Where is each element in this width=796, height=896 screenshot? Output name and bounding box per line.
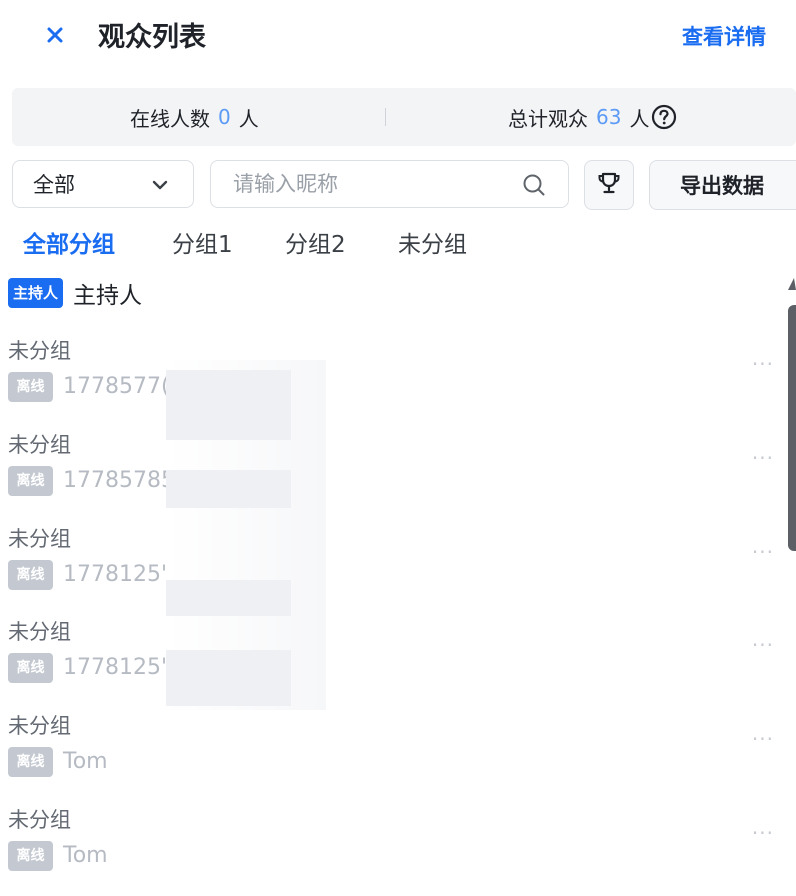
viewer-name: 1778125': [63, 562, 168, 587]
tab-ungrouped[interactable]: 未分组: [398, 226, 467, 264]
group-filter-value: 全部: [33, 173, 75, 197]
more-options-button[interactable]: ···: [752, 823, 774, 843]
trophy-button[interactable]: [584, 160, 634, 210]
page-title: 观众列表: [98, 22, 206, 53]
viewer-name: 1778125': [63, 655, 168, 680]
online-count: 0: [218, 105, 231, 129]
viewer-group-name: 未分组: [8, 339, 71, 363]
offline-status-badge: 离线: [8, 372, 53, 402]
viewer-list-item[interactable]: 未分组 离线 Tom ···: [0, 799, 780, 879]
online-unit: 人: [238, 106, 259, 131]
tab-group-1[interactable]: 分组1: [172, 226, 233, 264]
viewer-list-item[interactable]: 未分组 离线 1778125' ···: [0, 611, 780, 691]
search-icon[interactable]: [522, 173, 546, 201]
host-badge: 主持人: [8, 278, 64, 308]
more-options-button[interactable]: ···: [752, 448, 774, 468]
redaction-block: [166, 370, 291, 440]
offline-status-badge: 离线: [8, 653, 53, 683]
viewer-name: Tom: [63, 749, 108, 774]
host-row: 主持人 主持人: [8, 276, 142, 310]
host-name: 主持人: [73, 283, 143, 309]
viewer-name: Tom: [63, 843, 108, 868]
total-unit: 人: [629, 106, 650, 131]
more-options-button[interactable]: ···: [752, 542, 774, 562]
total-viewers-stat: 总计观众 63 人: [508, 88, 677, 146]
question-circle-icon[interactable]: [651, 104, 677, 130]
chevron-down-icon: [151, 175, 169, 199]
total-count: 63: [596, 105, 622, 129]
offline-status-badge: 离线: [8, 560, 53, 590]
viewer-group-name: 未分组: [8, 714, 71, 738]
tab-all-groups[interactable]: 全部分组: [23, 226, 115, 264]
more-options-button[interactable]: ···: [752, 729, 774, 749]
group-filter-select[interactable]: 全部: [12, 160, 194, 208]
online-count-stat: 在线人数 0 人: [130, 88, 259, 146]
viewer-group-name: 未分组: [8, 433, 71, 457]
scrollbar-thumb[interactable]: [788, 305, 796, 551]
stats-divider: [385, 108, 386, 126]
viewer-group-name: 未分组: [8, 527, 71, 551]
offline-status-badge: 离线: [8, 466, 53, 496]
nickname-search-input[interactable]: [211, 161, 533, 207]
viewer-name: 1778577(: [63, 374, 170, 399]
viewer-list-item[interactable]: 未分组 离线 17785785 ···: [0, 424, 780, 504]
stats-bar: 在线人数 0 人 总计观众 63 人: [12, 88, 796, 146]
viewer-group-name: 未分组: [8, 620, 71, 644]
nickname-search-box[interactable]: [210, 160, 569, 208]
offline-status-badge: 离线: [8, 747, 53, 777]
viewer-group-name: 未分组: [8, 808, 71, 832]
viewer-list-item[interactable]: 未分组 离线 1778577( ···: [0, 330, 780, 410]
view-details-link[interactable]: 查看详情: [682, 20, 766, 54]
more-options-button[interactable]: ···: [752, 635, 774, 655]
redaction-block: [166, 650, 291, 706]
export-data-button[interactable]: 导出数据: [649, 160, 796, 210]
viewer-name: 17785785: [63, 468, 175, 493]
trophy-icon: [596, 170, 622, 200]
tab-group-2[interactable]: 分组2: [285, 226, 346, 264]
offline-status-badge: 离线: [8, 841, 53, 871]
more-options-button[interactable]: ···: [752, 354, 774, 374]
redaction-block: [166, 470, 291, 508]
viewer-list-item[interactable]: 未分组 离线 Tom ···: [0, 705, 780, 785]
redaction-block: [166, 580, 291, 616]
scroll-up-arrow-icon[interactable]: [788, 278, 796, 290]
privacy-redaction: [166, 360, 326, 710]
close-button[interactable]: [40, 20, 70, 54]
total-label: 总计观众: [508, 106, 588, 131]
viewer-list-item[interactable]: 未分组 离线 1778125' ···: [0, 518, 780, 598]
online-label: 在线人数: [130, 106, 210, 131]
close-icon: [46, 26, 64, 48]
